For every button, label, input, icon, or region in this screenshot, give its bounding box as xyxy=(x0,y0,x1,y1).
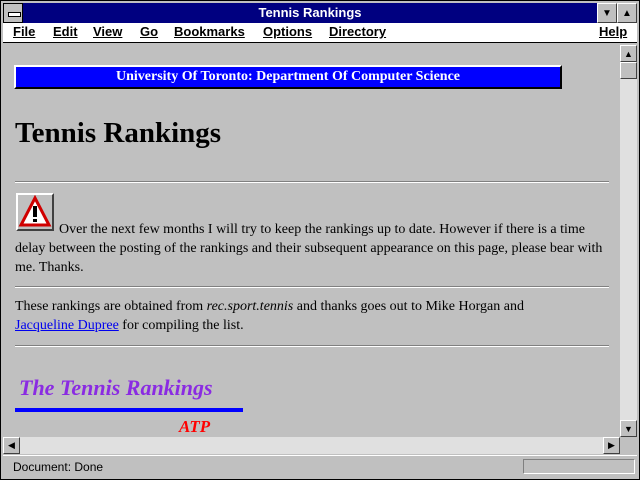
menu-go[interactable]: Go xyxy=(140,24,158,39)
window-title: Tennis Rankings xyxy=(258,5,362,20)
page-content: University Of Toronto: Department Of Com… xyxy=(3,45,619,437)
notice-paragraph: Over the next few months I will try to k… xyxy=(15,222,603,275)
status-bar: Document: Done xyxy=(3,455,637,478)
horizontal-scrollbar[interactable]: ◀ ▶ xyxy=(3,437,620,454)
progress-indicator xyxy=(523,459,635,474)
menu-edit[interactable]: Edit xyxy=(53,24,78,39)
jacqueline-dupree-link[interactable]: Jacqueline Dupree xyxy=(15,318,119,333)
menu-view[interactable]: View xyxy=(93,24,122,39)
browser-window: Tennis Rankings ▼ ▲ File Edit View Go Bo… xyxy=(0,0,640,480)
title-bar[interactable]: Tennis Rankings ▼ ▲ xyxy=(3,3,637,23)
menu-bar: File Edit View Go Bookmarks Options Dire… xyxy=(3,23,637,43)
scroll-up-icon[interactable]: ▲ xyxy=(620,45,637,62)
status-text: Document: Done xyxy=(13,460,104,474)
scroll-right-icon[interactable]: ▶ xyxy=(603,437,620,454)
scroll-left-icon[interactable]: ◀ xyxy=(3,437,20,454)
section-title: The Tennis Rankings xyxy=(19,375,213,400)
page-title: Tennis Rankings xyxy=(15,117,222,149)
divider xyxy=(15,345,609,347)
vertical-scrollbar[interactable]: ▲ ▼ xyxy=(620,45,637,437)
newsgroup-name: rec.sport.tennis xyxy=(206,299,294,314)
section-rule xyxy=(15,408,243,412)
menu-directory[interactable]: Directory xyxy=(329,24,386,39)
credits-paragraph: These rankings are obtained from rec.spo… xyxy=(15,299,524,333)
department-banner: University Of Toronto: Department Of Com… xyxy=(14,65,562,89)
scroll-down-icon[interactable]: ▼ xyxy=(620,420,637,437)
divider xyxy=(15,181,609,183)
menu-bookmarks[interactable]: Bookmarks xyxy=(174,24,245,39)
menu-file[interactable]: File xyxy=(13,24,35,39)
vertical-scroll-thumb[interactable] xyxy=(620,62,637,79)
menu-options[interactable]: Options xyxy=(263,24,312,39)
system-menu-icon[interactable] xyxy=(3,3,23,23)
minimize-icon[interactable]: ▼ xyxy=(597,3,617,23)
maximize-icon[interactable]: ▲ xyxy=(617,3,637,23)
divider xyxy=(15,286,609,288)
menu-help[interactable]: Help xyxy=(599,24,627,39)
atp-heading: ATP xyxy=(179,417,211,436)
scrollbar-corner xyxy=(620,437,637,454)
